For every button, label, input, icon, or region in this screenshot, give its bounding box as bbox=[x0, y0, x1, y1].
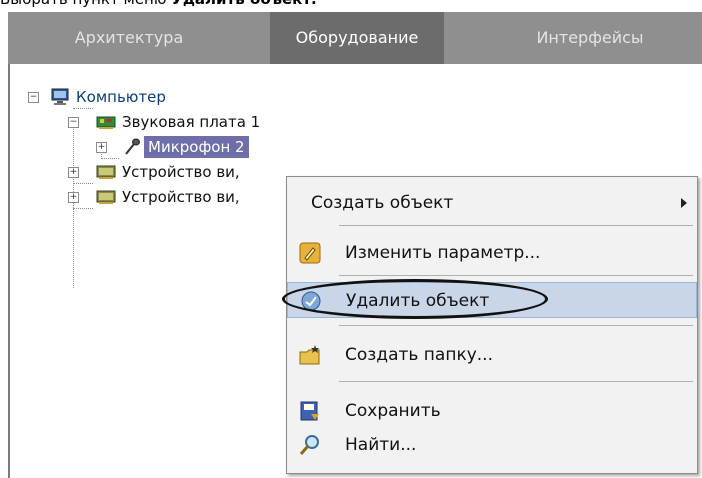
tab-bar: Архитектура Оборудование Интерфейсы bbox=[8, 12, 702, 64]
menu-separator bbox=[339, 225, 693, 226]
tree-label-video-device-2: Устройство ви, bbox=[122, 188, 240, 206]
tree-label-video-device-1: Устройство ви, bbox=[122, 163, 240, 181]
microphone-icon bbox=[125, 138, 140, 155]
menu-label: Создать объект bbox=[311, 193, 454, 213]
tree-line bbox=[73, 118, 74, 288]
expand-toggle[interactable]: + bbox=[68, 192, 79, 203]
submenu-arrow-icon bbox=[681, 198, 687, 208]
caption-prefix: Выбрать пункт меню bbox=[0, 0, 171, 8]
collapse-toggle[interactable]: − bbox=[28, 92, 39, 103]
tree-line bbox=[73, 183, 93, 184]
menu-item-create-folder[interactable]: Создать папку... bbox=[287, 337, 697, 373]
tree-label-sound-card: Звуковая плата 1 bbox=[122, 113, 261, 131]
menu-item-find[interactable]: Найти... bbox=[287, 427, 697, 463]
tree-line bbox=[73, 208, 93, 209]
tree-label-computer: Компьютер bbox=[76, 88, 166, 106]
collapse-toggle[interactable]: − bbox=[68, 117, 79, 128]
menu-item-change-parameter[interactable]: Изменить параметр... bbox=[287, 235, 697, 271]
tab-architecture[interactable]: Архитектура bbox=[8, 12, 250, 64]
menu-item-create-object[interactable]: Создать объект bbox=[287, 185, 697, 221]
menu-separator bbox=[339, 381, 693, 382]
menu-label: Сохранить bbox=[345, 401, 441, 421]
menu-item-save[interactable]: Сохранить bbox=[287, 393, 697, 429]
edit-parameter-icon bbox=[299, 242, 321, 264]
save-icon bbox=[300, 401, 319, 421]
instruction-caption: Выбрать пункт меню Удалить объект. bbox=[0, 0, 317, 12]
video-card-icon bbox=[96, 190, 116, 204]
caption-bold: Удалить объект. bbox=[171, 0, 317, 8]
menu-label: Изменить параметр... bbox=[345, 243, 541, 263]
tree-label-microphone: Микрофон 2 bbox=[144, 136, 249, 158]
sound-card-icon bbox=[96, 116, 116, 129]
menu-label: Найти... bbox=[345, 435, 417, 455]
menu-separator bbox=[339, 275, 693, 276]
highlight-oval bbox=[282, 279, 548, 319]
video-card-icon bbox=[96, 165, 116, 179]
new-folder-icon bbox=[299, 345, 320, 365]
expand-toggle[interactable]: + bbox=[68, 167, 79, 178]
computer-icon bbox=[51, 88, 69, 105]
context-menu: Создать объект Изменить параметр... Удал… bbox=[286, 176, 698, 474]
menu-label: Создать папку... bbox=[345, 345, 493, 365]
search-icon bbox=[299, 435, 319, 455]
tab-interfaces[interactable]: Интерфейсы bbox=[478, 12, 702, 64]
menu-separator bbox=[339, 325, 693, 326]
tree-line bbox=[101, 158, 119, 159]
tab-equipment[interactable]: Оборудование bbox=[270, 12, 444, 64]
tree-line bbox=[73, 108, 93, 109]
expand-toggle[interactable]: + bbox=[96, 142, 107, 153]
